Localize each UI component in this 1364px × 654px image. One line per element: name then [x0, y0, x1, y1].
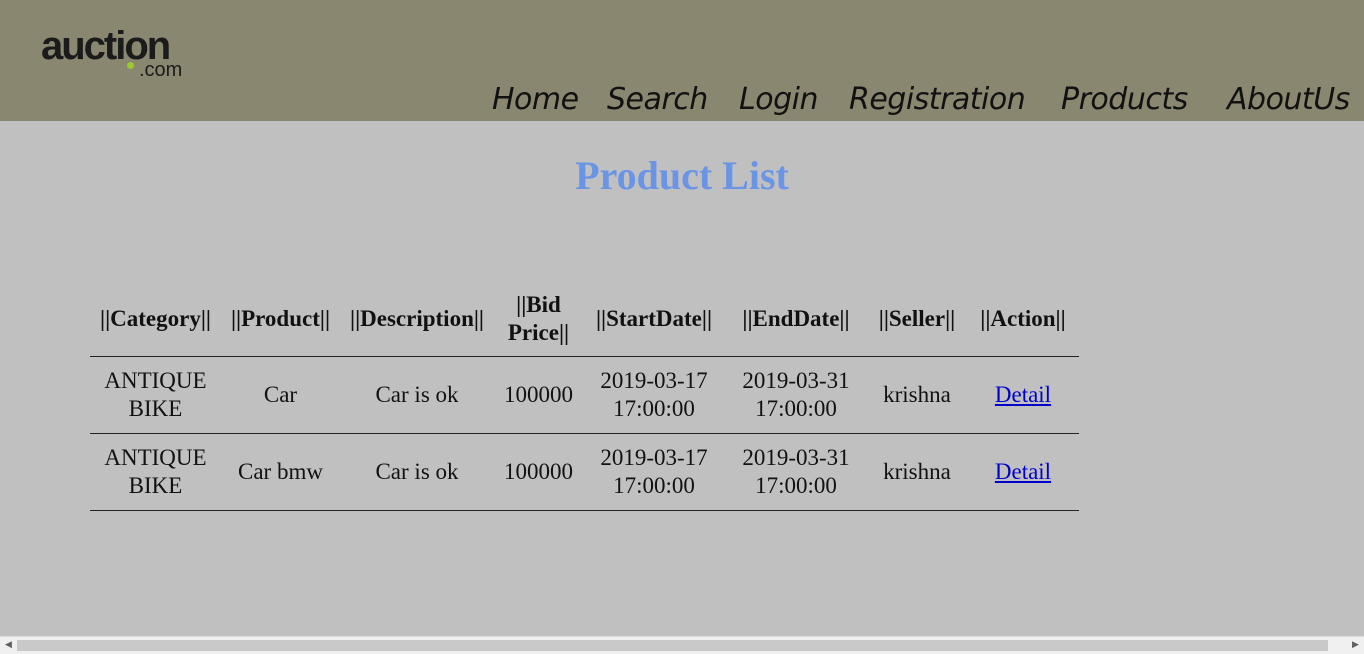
detail-link[interactable]: Detail	[995, 382, 1051, 407]
table-row: ANTIQUE BIKE Car bmw Car is ok 100000 20…	[90, 433, 1079, 511]
scroll-left-icon[interactable]: ◀	[2, 639, 15, 652]
auction-logo[interactable]: auction .com	[41, 22, 201, 84]
cell-action: Detail	[966, 356, 1079, 434]
column-header-seller: ||Seller||	[866, 282, 967, 357]
table-row: ANTIQUE BIKE Car Car is ok 100000 2019-0…	[90, 356, 1079, 434]
site-header: auction .com Home Search Login Registrat…	[0, 0, 1364, 121]
nav-products[interactable]: Products	[1061, 80, 1188, 120]
cell-description: Car is ok	[340, 356, 494, 434]
column-header-bid-price: ||Bid Price||	[493, 282, 583, 357]
cell-category: ANTIQUE BIKE	[90, 433, 221, 511]
column-header-start-date: ||StartDate||	[582, 282, 725, 357]
page-title: Product List	[575, 153, 789, 198]
detail-link[interactable]: Detail	[995, 459, 1051, 484]
logo-domain-suffix: .com	[139, 59, 183, 81]
column-header-description: ||Description||	[340, 282, 494, 357]
cell-category: ANTIQUE BIKE	[90, 356, 221, 434]
nav-aboutus[interactable]: AboutUs	[1227, 80, 1350, 120]
scrollbar-thumb[interactable]	[17, 640, 1328, 651]
scroll-right-icon[interactable]: ▶	[1349, 639, 1362, 652]
cell-seller: krishna	[866, 356, 967, 434]
cell-end-date: 2019-03-31 17:00:00	[724, 433, 867, 511]
cell-bid-price: 100000	[493, 356, 583, 434]
cell-end-date: 2019-03-31 17:00:00	[724, 356, 867, 434]
product-table: ||Category|| ||Product|| ||Description||…	[90, 282, 1079, 511]
cell-start-date: 2019-03-17 17:00:00	[582, 356, 725, 434]
cell-action: Detail	[966, 433, 1079, 511]
nav-registration[interactable]: Registration	[849, 80, 1026, 120]
cell-bid-price: 100000	[493, 433, 583, 511]
column-header-action: ||Action||	[966, 282, 1079, 357]
horizontal-scrollbar[interactable]: ◀ ▶	[0, 636, 1364, 654]
nav-home[interactable]: Home	[492, 80, 579, 120]
cell-product: Car bmw	[220, 433, 341, 511]
column-header-product: ||Product||	[220, 282, 341, 357]
column-header-category: ||Category||	[90, 282, 221, 357]
column-header-end-date: ||EndDate||	[724, 282, 867, 357]
main-nav: Home Search Login Registration Products …	[0, 80, 1364, 120]
nav-login[interactable]: Login	[739, 80, 818, 120]
cell-start-date: 2019-03-17 17:00:00	[582, 433, 725, 511]
nav-search[interactable]: Search	[607, 80, 708, 120]
table-header-row: ||Category|| ||Product|| ||Description||…	[90, 282, 1079, 357]
logo-accent-dot	[127, 62, 134, 69]
cell-seller: krishna	[866, 433, 967, 511]
cell-product: Car	[220, 356, 341, 434]
cell-description: Car is ok	[340, 433, 494, 511]
